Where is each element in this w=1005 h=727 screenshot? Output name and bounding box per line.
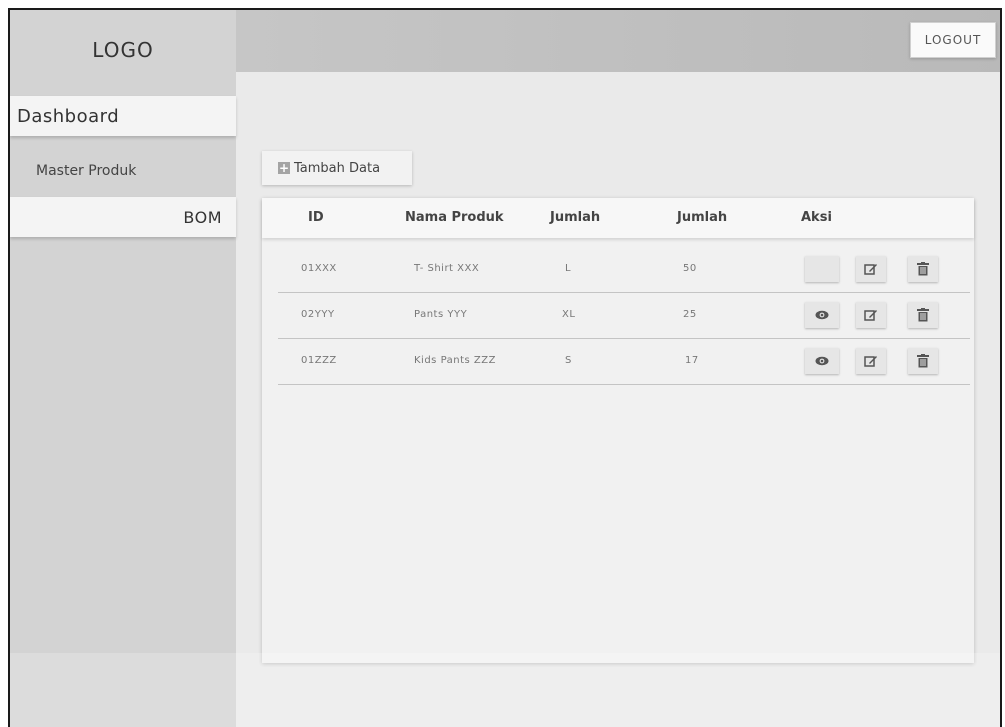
view-button[interactable]: [805, 348, 839, 374]
add-data-label: Tambah Data: [294, 160, 381, 176]
top-bar: LOGOUT: [236, 10, 1000, 72]
logo: LOGO: [92, 38, 154, 62]
cell-id: 02YYY: [301, 309, 335, 320]
cell-qty: 25: [683, 309, 697, 320]
view-button-empty[interactable]: [805, 256, 839, 282]
column-header-aksi: Aksi: [801, 210, 832, 225]
view-icon: [815, 310, 829, 320]
cell-qty: 50: [683, 263, 697, 274]
bottom-strip: [10, 653, 1000, 727]
column-header-jumlah: Jumlah: [550, 210, 601, 225]
cell-nama-produk: T- Shirt XXX: [414, 263, 480, 274]
plus-square-icon: +: [278, 161, 290, 175]
view-button[interactable]: [805, 302, 839, 328]
column-header-nama-produk: Nama Produk: [405, 210, 504, 225]
delete-button[interactable]: [908, 302, 938, 328]
sidebar: LOGO Dashboard Master Produk BOM: [10, 10, 236, 727]
view-icon: [815, 356, 829, 366]
cell-id: 01ZZZ: [301, 355, 337, 366]
table-row: 02YYY Pants YYY XL 25: [278, 293, 970, 339]
column-header-jumlah-2: Jumlah: [677, 210, 728, 225]
cell-size: L: [565, 263, 572, 274]
edit-icon: [864, 356, 877, 367]
table-row: 01XXX T- Shirt XXX L 50: [278, 247, 970, 293]
edit-icon: [864, 264, 877, 275]
sidebar-item-master-produk[interactable]: Master Produk: [10, 154, 236, 188]
cell-size: S: [565, 355, 572, 366]
logout-button[interactable]: LOGOUT: [910, 22, 996, 58]
edit-icon: [864, 310, 877, 321]
trash-icon: [917, 308, 929, 322]
cell-nama-produk: Kids Pants ZZZ: [414, 355, 496, 366]
delete-button[interactable]: [908, 348, 938, 374]
delete-button[interactable]: [908, 256, 938, 282]
trash-icon: [917, 262, 929, 276]
table-header: ID Nama Produk Jumlah Jumlah Aksi: [262, 198, 974, 238]
trash-icon: [917, 354, 929, 368]
sidebar-item-bom[interactable]: BOM: [10, 197, 236, 237]
column-header-id: ID: [308, 210, 324, 225]
add-data-button[interactable]: + Tambah Data: [262, 151, 412, 185]
edit-button[interactable]: [856, 256, 886, 282]
app-window: LOGO Dashboard Master Produk BOM LOGOUT …: [8, 8, 1002, 727]
edit-button[interactable]: [856, 348, 886, 374]
cell-qty: 17: [685, 355, 699, 366]
cell-id: 01XXX: [301, 263, 337, 274]
product-table-card: ID Nama Produk Jumlah Jumlah Aksi 01XXX …: [262, 198, 974, 663]
table-row: 01ZZZ Kids Pants ZZZ S 17: [278, 339, 970, 385]
cell-size: XL: [562, 309, 576, 320]
sidebar-item-dashboard[interactable]: Dashboard: [10, 96, 236, 136]
cell-nama-produk: Pants YYY: [414, 309, 468, 320]
edit-button[interactable]: [856, 302, 886, 328]
